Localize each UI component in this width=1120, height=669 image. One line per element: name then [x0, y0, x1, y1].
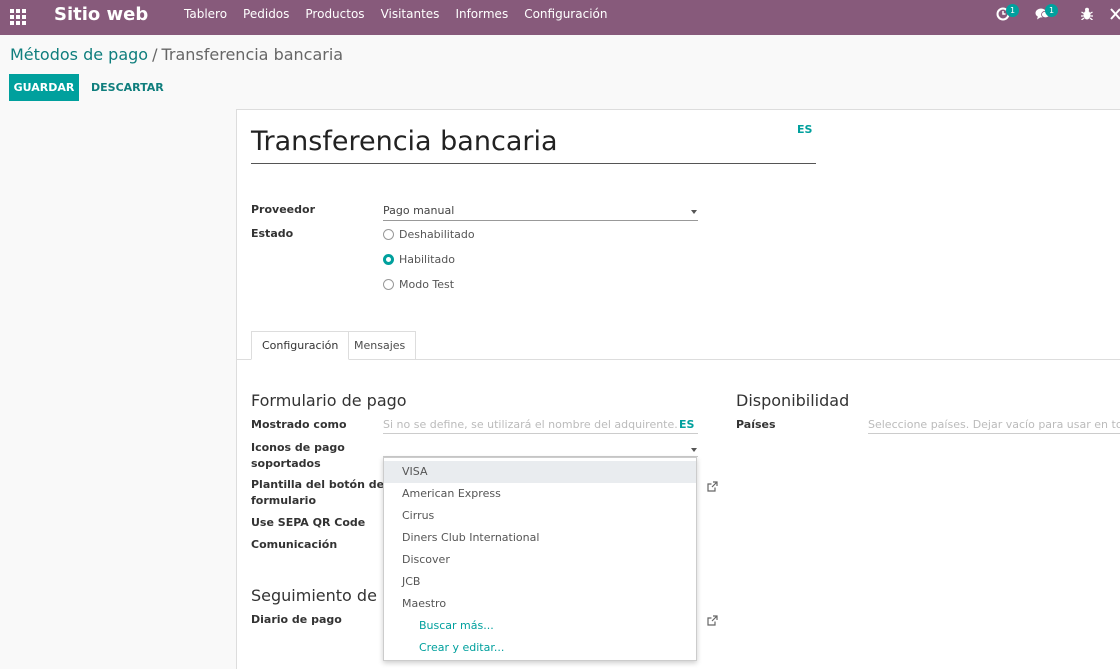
close-icon	[1110, 8, 1120, 20]
menu-pedidos[interactable]: Pedidos	[235, 0, 297, 35]
form-sheet: Transferencia bancaria ES Proveedor Pago…	[236, 109, 1120, 669]
breadcrumb: Métodos de pago / Transferencia bancaria	[10, 45, 343, 64]
state-label: Estado	[251, 227, 294, 240]
tab-configuracion[interactable]: Configuración	[251, 331, 350, 360]
apps-menu-icon[interactable]	[10, 9, 26, 25]
button-template-label: Plantilla del botón del formulario	[251, 478, 388, 507]
state-radio-enabled[interactable]: Habilitado	[383, 250, 455, 268]
breadcrumb-separator: /	[152, 45, 158, 64]
provider-select[interactable]: Pago manual	[383, 202, 698, 221]
dropdown-create-edit[interactable]: Crear y editar...	[384, 637, 696, 659]
top-navbar: Sitio web Tablero Pedidos Productos Visi…	[0, 0, 1120, 35]
dropdown-item-cirrus[interactable]: Cirrus	[384, 505, 696, 527]
messages-button[interactable]: 1	[1035, 4, 1058, 24]
discard-button[interactable]: DESCARTAR	[87, 74, 168, 101]
activity-button[interactable]: 1	[996, 4, 1019, 24]
dropdown-item-discover[interactable]: Discover	[384, 549, 696, 571]
countries-label: Países	[736, 418, 776, 431]
messages-badge: 1	[1045, 4, 1058, 17]
communication-label: Comunicación	[251, 538, 338, 551]
app-brand[interactable]: Sitio web	[54, 4, 148, 26]
radio-checked-icon	[383, 253, 394, 265]
debug-button[interactable]	[1081, 5, 1093, 23]
main-menu: Tablero Pedidos Productos Visitantes Inf…	[176, 0, 615, 35]
external-link-icon[interactable]	[707, 481, 718, 492]
radio-icon	[383, 278, 394, 290]
sepa-label: Use SEPA QR Code	[251, 516, 366, 529]
state-radio-test[interactable]: Modo Test	[383, 275, 454, 293]
chevron-down-icon	[691, 448, 697, 452]
dropdown-item-amex[interactable]: American Express	[384, 483, 696, 505]
name-lang-button[interactable]: ES	[797, 123, 812, 136]
payment-icons-input[interactable]	[383, 440, 698, 457]
close-button[interactable]	[1110, 5, 1120, 23]
countries-input[interactable]: Seleccione países. Dejar vacío para usar…	[868, 417, 1120, 434]
state-radio-disabled[interactable]: Deshabilitado	[383, 225, 475, 243]
dropdown-search-more[interactable]: Buscar más...	[384, 615, 696, 637]
name-input[interactable]: Transferencia bancaria	[251, 123, 816, 164]
save-button[interactable]: GUARDAR	[9, 74, 79, 101]
provider-value: Pago manual	[383, 204, 455, 217]
tab-mensajes[interactable]: Mensajes	[344, 331, 417, 360]
menu-tablero[interactable]: Tablero	[176, 0, 235, 35]
display-as-label: Mostrado como	[251, 418, 347, 431]
payment-icons-label: Iconos de pago soportados	[251, 441, 345, 470]
display-as-lang-button[interactable]: ES	[679, 418, 694, 431]
journal-label: Diario de pago	[251, 613, 342, 626]
menu-informes[interactable]: Informes	[447, 0, 516, 35]
breadcrumb-parent[interactable]: Métodos de pago	[10, 45, 148, 64]
dropdown-item-diners[interactable]: Diners Club International	[384, 527, 696, 549]
menu-visitantes[interactable]: Visitantes	[373, 0, 448, 35]
payment-icons-dropdown: VISA American Express Cirrus Diners Club…	[383, 457, 697, 661]
menu-productos[interactable]: Productos	[297, 0, 372, 35]
display-as-input[interactable]: Si no se define, se utilizará el nombre …	[383, 417, 698, 434]
dropdown-item-visa[interactable]: VISA	[384, 461, 696, 483]
bug-icon	[1081, 7, 1093, 21]
notebook-tabs: Configuración Mensajes	[237, 331, 1120, 360]
external-link-icon[interactable]	[707, 615, 718, 626]
activity-badge: 1	[1006, 4, 1019, 17]
radio-icon	[383, 228, 394, 240]
availability-title: Disponibilidad	[736, 391, 850, 410]
menu-configuracion[interactable]: Configuración	[516, 0, 615, 35]
payment-form-title: Formulario de pago	[251, 391, 407, 410]
followup-title: Seguimiento de P	[251, 586, 392, 605]
chevron-down-icon	[691, 210, 697, 214]
dropdown-item-jcb[interactable]: JCB	[384, 571, 696, 593]
breadcrumb-current: Transferencia bancaria	[161, 45, 344, 64]
dropdown-item-maestro[interactable]: Maestro	[384, 593, 696, 615]
provider-label: Proveedor	[251, 203, 315, 216]
